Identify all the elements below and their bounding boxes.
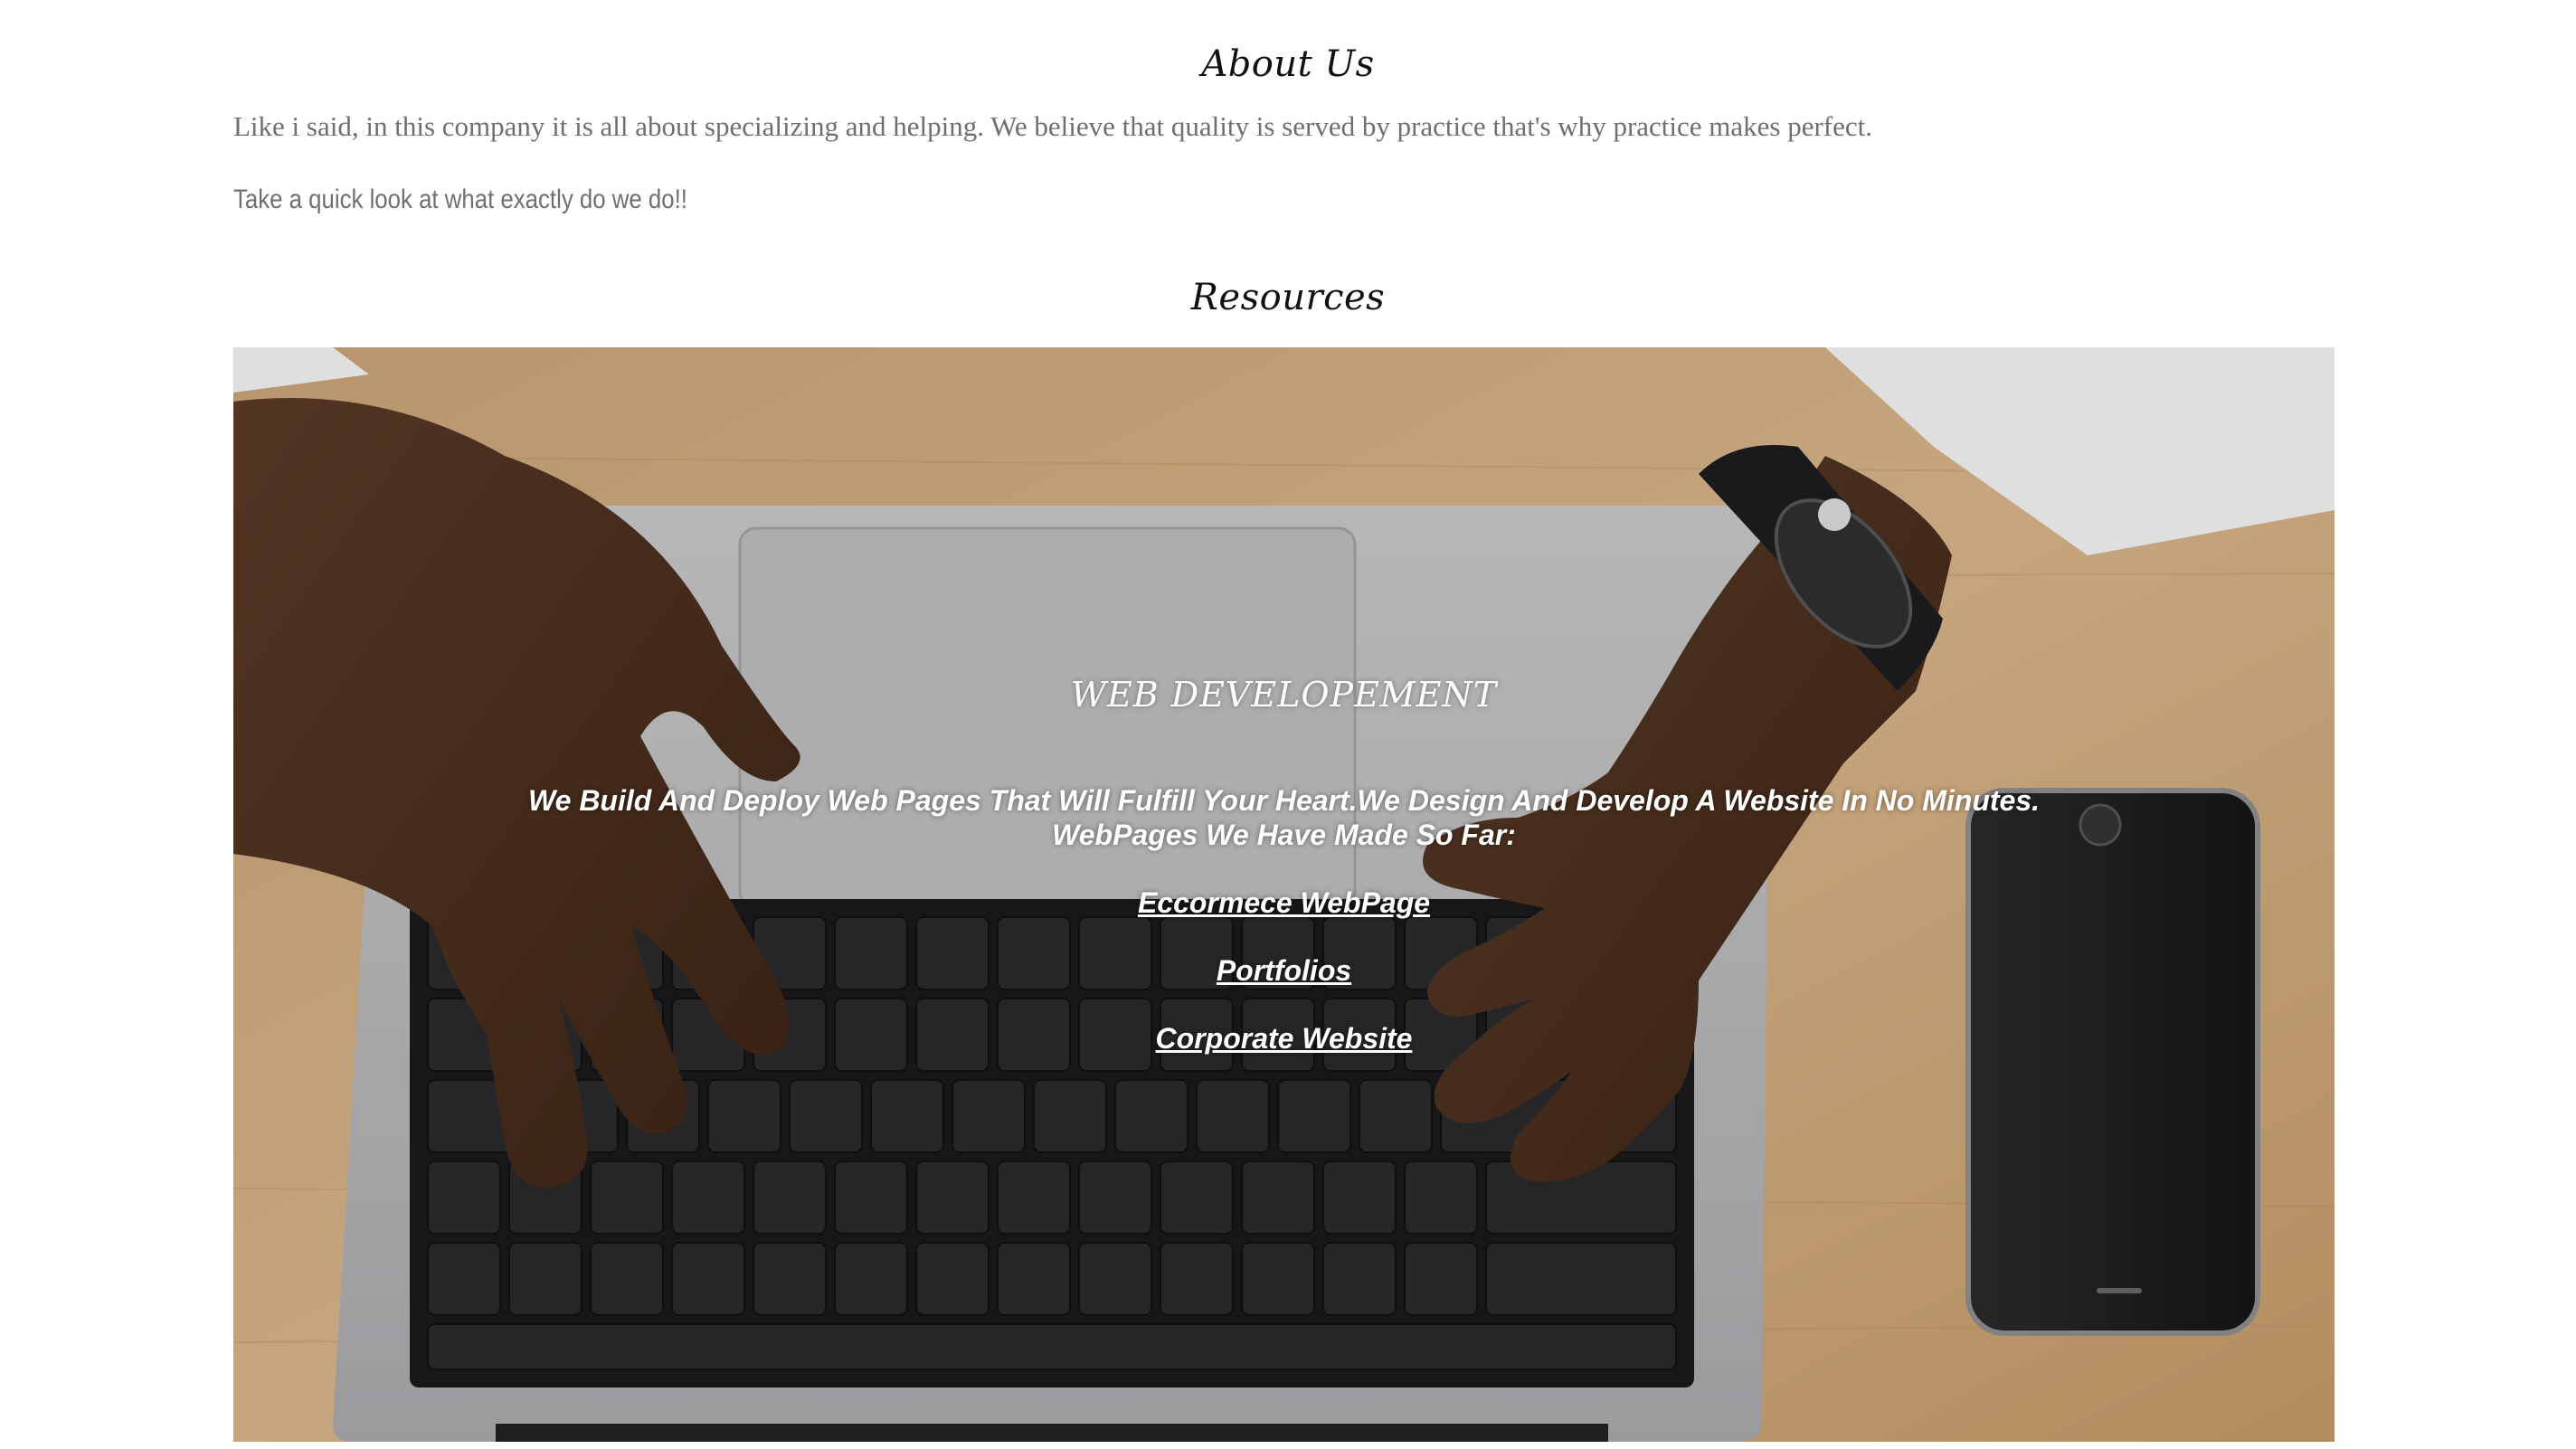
- ecommerce-webpage-link[interactable]: Eccormece WebPage: [1138, 886, 1430, 919]
- web-development-heading: WEB DEVELOPEMENT: [1070, 675, 1498, 715]
- hero-content: WEB DEVELOPEMENT We Build And Deploy Web…: [233, 347, 2334, 1442]
- resources-heading: Resources: [1190, 277, 1386, 318]
- project-link-item: Corporate Website: [233, 1022, 2334, 1056]
- about-us-heading: About Us: [1201, 43, 1375, 85]
- portfolios-link[interactable]: Portfolios: [1217, 954, 1351, 987]
- resources-hero-banner: WEB DEVELOPEMENT We Build And Deploy Web…: [233, 347, 2334, 1442]
- project-link-item: Eccormece WebPage: [233, 886, 2334, 920]
- hero-description: We Build And Deploy Web Pages That Will …: [233, 783, 2334, 852]
- about-us-subtext: Take a quick look at what exactly do we …: [233, 185, 687, 214]
- hero-description-line-1: We Build And Deploy Web Pages That Will …: [528, 784, 2040, 817]
- project-link-item: Portfolios: [233, 954, 2334, 988]
- hero-description-line-2: WebPages We Have Made So Far:: [1052, 819, 1516, 851]
- corporate-website-link[interactable]: Corporate Website: [1156, 1022, 1413, 1055]
- page: About Us Like i said, in this company it…: [0, 0, 2576, 1449]
- about-us-paragraph: Like i said, in this company it is all a…: [233, 110, 1873, 142]
